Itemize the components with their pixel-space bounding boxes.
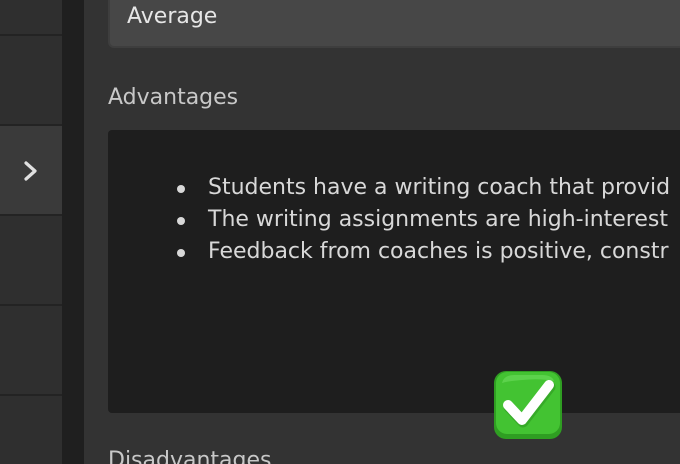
list-item: Students have a writing coach that provi… (108, 172, 670, 204)
list-item-text: Feedback from coaches is positive, const… (208, 239, 669, 264)
rating-select-value: Average (127, 4, 218, 29)
bullet-icon (177, 185, 185, 193)
bullet-icon (177, 249, 185, 257)
advantages-list: Students have a writing coach that provi… (108, 172, 670, 268)
list-item: The writing assignments are high-interes… (108, 204, 670, 236)
disadvantages-label: Disadvantages (108, 448, 272, 464)
panel-divider (62, 0, 84, 464)
sidebar-item-5[interactable] (0, 306, 62, 396)
main-content: Average Advantages Students have a writi… (84, 0, 680, 464)
advantages-label: Advantages (108, 85, 239, 110)
sidebar (0, 0, 62, 464)
check-mark-button-icon (494, 371, 562, 439)
sidebar-item-2[interactable] (0, 36, 62, 126)
chevron-right-icon[interactable] (22, 160, 40, 182)
sidebar-item-1[interactable] (0, 0, 62, 36)
bullet-icon (177, 217, 185, 225)
rating-select[interactable]: Average (108, 0, 680, 48)
list-item-text: Students have a writing coach that provi… (208, 175, 671, 200)
sidebar-item-6[interactable] (0, 396, 62, 464)
list-item: Feedback from coaches is positive, const… (108, 236, 670, 268)
list-item-text: The writing assignments are high-interes… (208, 207, 668, 232)
advantages-textarea[interactable]: Students have a writing coach that provi… (108, 130, 680, 413)
app-window: Average Advantages Students have a writi… (0, 0, 680, 464)
sidebar-item-4[interactable] (0, 216, 62, 306)
